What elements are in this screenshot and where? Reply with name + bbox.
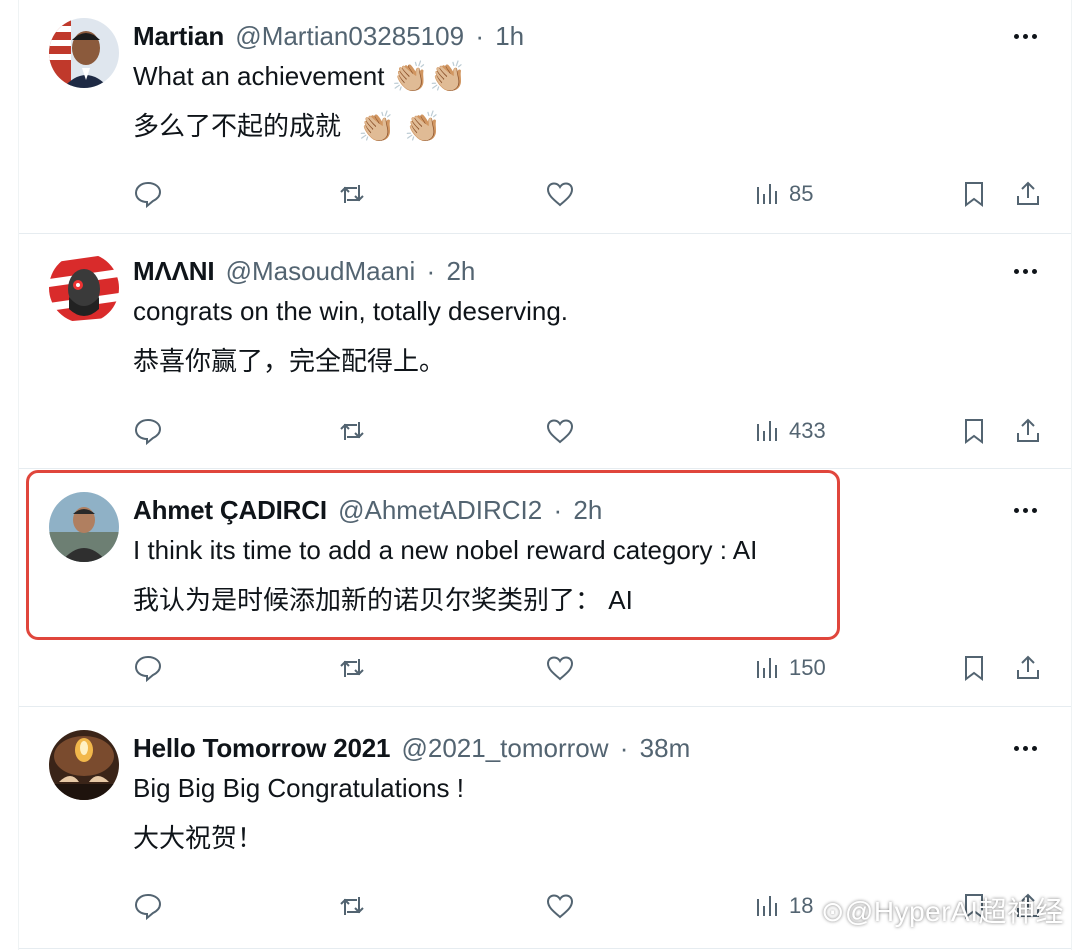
reply-icon: [134, 181, 162, 209]
retweet-icon: [340, 422, 364, 440]
tweet-text-zh-content: 多么了不起的成就: [133, 111, 342, 141]
tweet-header: MΛΛNI @MasoudMaani · 2h: [133, 253, 991, 289]
tweet-text-zh: 恭喜你赢了，完全配得上。: [133, 346, 446, 376]
watermark: ⊙@HyperAI超神经: [820, 896, 1064, 927]
bookmark-icon: [965, 182, 983, 207]
user-handle[interactable]: @2021_tomorrow: [401, 733, 608, 763]
separator-dot: ·: [619, 733, 629, 763]
views-count: 150: [789, 655, 826, 680]
tweet-actions: 150: [133, 648, 1053, 688]
tweet-text-en: What an achievement 👏🏼👏🏼: [133, 58, 466, 94]
avatar[interactable]: [49, 253, 119, 323]
views-icon: [757, 184, 777, 204]
share-button[interactable]: [1013, 648, 1043, 688]
like-button[interactable]: [545, 174, 575, 214]
tweet-actions: 433: [133, 411, 1053, 451]
reply-button[interactable]: [133, 886, 163, 926]
tweet-header: Hello Tomorrow 2021 @2021_tomorrow · 38m: [133, 730, 991, 766]
share-icon: [1017, 655, 1039, 679]
reply-button[interactable]: [133, 648, 163, 688]
bookmark-button[interactable]: [959, 411, 989, 451]
views-button[interactable]: 433: [753, 411, 826, 451]
like-icon: [546, 894, 574, 919]
timestamp[interactable]: 2h: [446, 256, 475, 286]
tweet-text-zh: 大大祝贺！: [133, 823, 264, 853]
reply-icon: [134, 893, 162, 921]
reply-button[interactable]: [133, 174, 163, 214]
retweet-icon: [340, 185, 364, 203]
avatar[interactable]: [49, 730, 119, 800]
timestamp[interactable]: 2h: [573, 495, 602, 525]
tweet-header: Ahmet ÇADIRCI @AhmetADIRCI2 · 2h: [133, 492, 991, 528]
views-button[interactable]: 150: [753, 648, 826, 688]
bookmark-button[interactable]: [959, 648, 989, 688]
views-count: 18: [789, 893, 814, 918]
views-count: 433: [789, 418, 826, 443]
bookmark-icon: [965, 419, 983, 444]
more-icon[interactable]: [1007, 496, 1043, 524]
tweet-actions: 85: [133, 174, 1053, 214]
separator-dot: ·: [426, 256, 436, 286]
tweet-martian[interactable]: Martian @Martian03285109 · 1h What an ac…: [19, 0, 1071, 234]
avatar[interactable]: [49, 492, 119, 562]
retweet-icon: [340, 897, 364, 915]
display-name[interactable]: Hello Tomorrow 2021: [133, 733, 390, 763]
more-icon[interactable]: [1007, 22, 1043, 50]
views-icon: [757, 896, 777, 916]
more-icon[interactable]: [1007, 257, 1043, 285]
share-icon: [1017, 418, 1039, 442]
retweet-button[interactable]: [337, 174, 367, 214]
retweet-button[interactable]: [337, 886, 367, 926]
tweet-header: Martian @Martian03285109 · 1h: [133, 18, 991, 54]
share-icon: [1017, 181, 1039, 205]
like-button[interactable]: [545, 648, 575, 688]
share-button[interactable]: [1013, 174, 1043, 214]
tweet-text-en: congrats on the win, totally deserving.: [133, 296, 569, 326]
views-button[interactable]: 18: [753, 886, 813, 926]
retweet-button[interactable]: [337, 648, 367, 688]
like-button[interactable]: [545, 886, 575, 926]
display-name[interactable]: Ahmet ÇADIRCI: [133, 495, 327, 525]
views-button[interactable]: 85: [753, 174, 813, 214]
display-name[interactable]: Martian: [133, 21, 224, 51]
reply-icon: [134, 418, 162, 446]
tweet-text-en: I think its time to add a new nobel rewa…: [133, 535, 758, 565]
clapping-hands-emoji: 👏🏼 👏🏼: [358, 111, 442, 144]
display-name[interactable]: MΛΛNI: [133, 256, 215, 286]
tweet-text-en: Big Big Big Congratulations !: [133, 773, 464, 803]
separator-dot: ·: [553, 495, 563, 525]
bookmark-button[interactable]: [959, 174, 989, 214]
bookmark-icon: [965, 656, 983, 681]
views-icon: [757, 658, 777, 678]
retweet-button[interactable]: [337, 411, 367, 451]
user-handle[interactable]: @Martian03285109: [235, 21, 464, 51]
user-handle[interactable]: @AhmetADIRCI2: [338, 495, 542, 525]
user-handle[interactable]: @MasoudMaani: [226, 256, 416, 286]
like-icon: [546, 419, 574, 444]
tweet-text-en-content: What an achievement: [133, 61, 385, 91]
timestamp[interactable]: 1h: [495, 21, 524, 51]
tweet-ahmetadirci[interactable]: Ahmet ÇADIRCI @AhmetADIRCI2 · 2h I think…: [19, 470, 1071, 707]
retweet-icon: [340, 659, 364, 677]
views-count: 85: [789, 181, 814, 206]
timestamp[interactable]: 38m: [640, 733, 691, 763]
reply-icon: [134, 655, 162, 683]
views-icon: [757, 421, 777, 441]
separator-dot: ·: [475, 21, 484, 51]
tweet-text-zh: 多么了不起的成就 👏🏼 👏🏼: [133, 108, 441, 144]
reply-button[interactable]: [133, 411, 163, 451]
tweet-masoudmaani[interactable]: MΛΛNI @MasoudMaani · 2h congrats on the …: [19, 235, 1071, 469]
more-icon[interactable]: [1007, 734, 1043, 762]
share-button[interactable]: [1013, 411, 1043, 451]
like-icon: [546, 182, 574, 207]
like-icon: [546, 656, 574, 681]
reply-feed: Martian @Martian03285109 · 1h What an ac…: [18, 0, 1072, 950]
clapping-hands-emoji: 👏🏼👏🏼: [391, 61, 467, 94]
tweet-text-zh: 我认为是时候添加新的诺贝尔奖类别了： AI: [133, 585, 633, 615]
avatar[interactable]: [49, 18, 119, 88]
like-button[interactable]: [545, 411, 575, 451]
